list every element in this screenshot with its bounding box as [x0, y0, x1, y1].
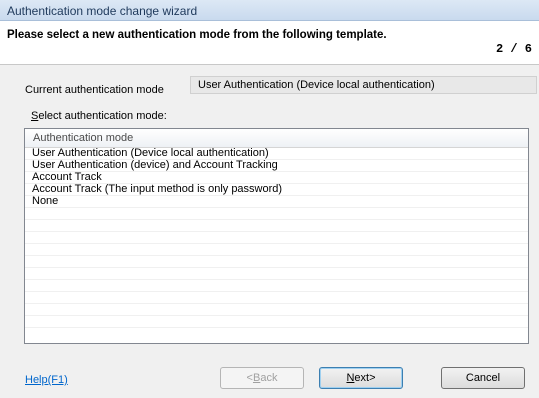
list-empty-row — [25, 244, 528, 256]
back-label-post: ack — [260, 372, 278, 384]
current-mode-label: Current authentication mode — [25, 84, 164, 96]
step-indicator: 2 / 6 — [495, 42, 532, 56]
list-empty-row — [25, 232, 528, 244]
list-empty-row — [25, 280, 528, 292]
list-empty-row — [25, 316, 528, 328]
wizard-header: Please select a new authentication mode … — [0, 21, 539, 65]
list-item-account-track-password[interactable]: Account Track (The input method is only … — [25, 184, 528, 196]
list-empty-row — [25, 256, 528, 268]
list-empty-row — [25, 304, 528, 316]
list-empty-row — [25, 292, 528, 304]
back-button[interactable]: <Back — [220, 367, 304, 389]
authentication-mode-list[interactable]: Authentication mode User Authentication … — [24, 128, 529, 344]
cancel-button[interactable]: Cancel — [441, 367, 525, 389]
help-link[interactable]: Help(F1) — [25, 374, 68, 386]
current-mode-value: User Authentication (Device local authen… — [190, 76, 537, 94]
title-bar: Authentication mode change wizard — [0, 0, 539, 21]
next-label-post: ext> — [354, 372, 376, 384]
list-empty-row — [25, 208, 528, 220]
list-item-none[interactable]: None — [25, 196, 528, 208]
list-empty-row — [25, 220, 528, 232]
instruction-text: Please select a new authentication mode … — [7, 29, 387, 41]
select-mode-label-text: elect authentication mode: — [38, 110, 167, 122]
next-button[interactable]: Next> — [319, 367, 403, 389]
column-header-authentication-mode[interactable]: Authentication mode — [25, 129, 528, 148]
select-mode-label: Select authentication mode: — [31, 110, 167, 122]
window-title: Authentication mode change wizard — [7, 4, 198, 18]
list-empty-row — [25, 268, 528, 280]
